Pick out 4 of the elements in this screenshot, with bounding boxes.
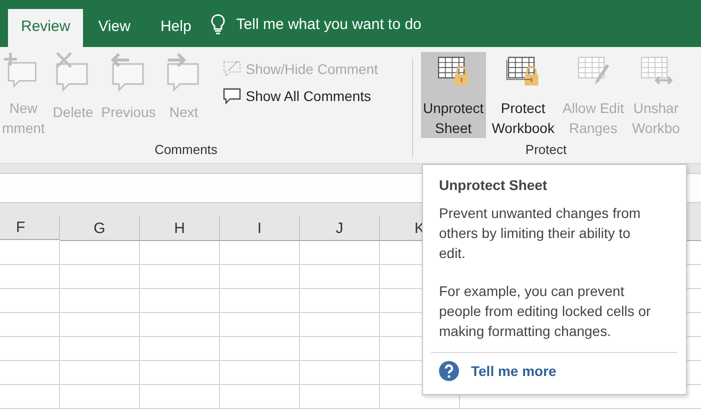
group-label: Comments [154,142,218,159]
tooltip-text: For example, you can prevent people from editing locked cells or making formatting changes. [439,282,652,341]
group-label: Protect [524,142,568,159]
tooltip-title: Unprotect Sheet [439,177,548,193]
